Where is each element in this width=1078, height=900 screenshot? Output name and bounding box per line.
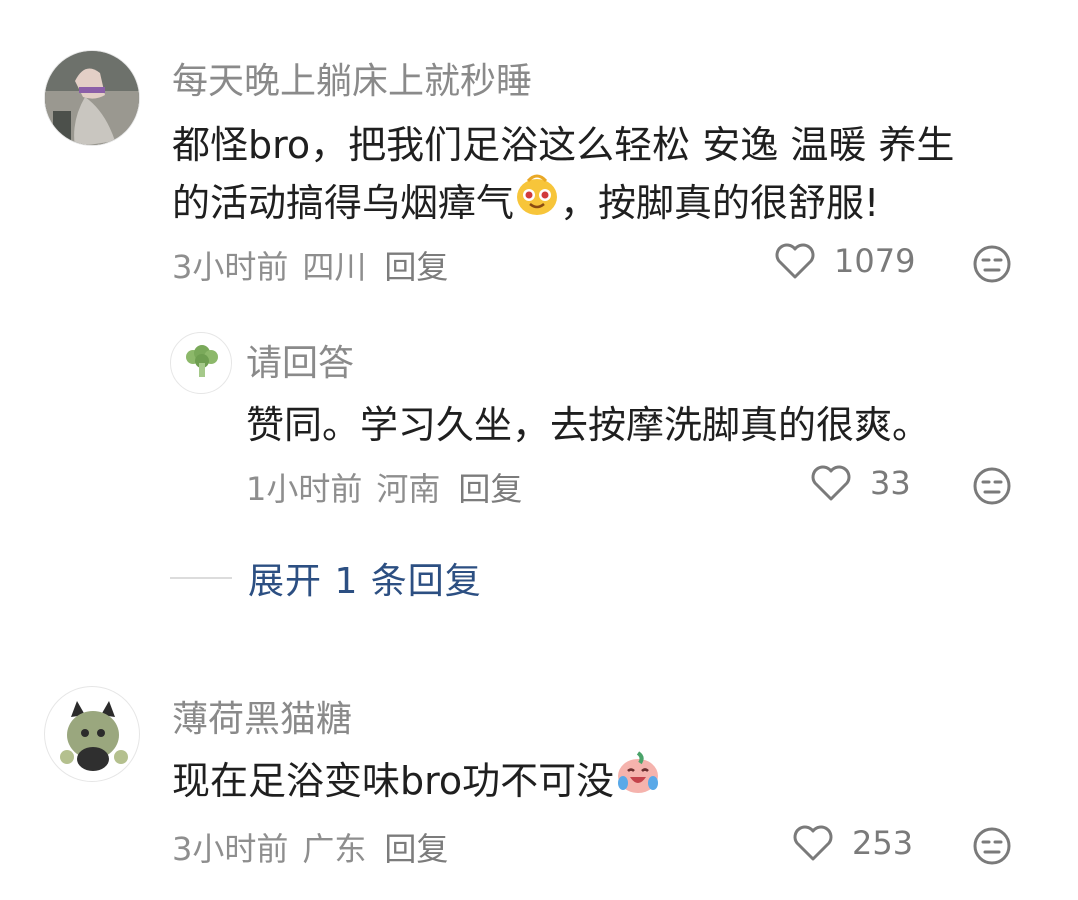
comment-meta: 3小时前 四川 回复 xyxy=(172,242,462,288)
dislike-button[interactable] xyxy=(972,244,1012,288)
smug-face-emoji xyxy=(514,171,560,233)
avatar[interactable] xyxy=(44,50,140,146)
reply-button[interactable]: 回复 xyxy=(458,470,522,508)
comment-time: 1小时前 xyxy=(246,470,363,508)
laugh-cry-emoji xyxy=(614,749,662,811)
dislike-button[interactable] xyxy=(972,826,1012,870)
like-button[interactable]: 33 xyxy=(810,464,911,502)
like-count: 33 xyxy=(870,464,911,502)
comment-content-line1: 都怪bro，把我们足浴这么轻松 安逸 温暖 养生 xyxy=(172,123,955,167)
neutral-face-icon xyxy=(973,245,1011,283)
comment-meta: 1小时前 河南 回复 xyxy=(246,464,536,510)
comment-location: 河南 xyxy=(376,470,441,508)
reply-button[interactable]: 回复 xyxy=(384,830,448,868)
heart-icon xyxy=(775,243,815,279)
comment-location: 广东 xyxy=(302,830,367,868)
avatar[interactable] xyxy=(170,332,232,394)
comment-content-text: 现在足浴变味bro功不可没 xyxy=(172,759,615,803)
like-button[interactable]: 253 xyxy=(792,824,913,862)
username[interactable]: 每天晚上躺床上就秒睡 xyxy=(172,52,532,104)
like-button[interactable]: 1079 xyxy=(774,242,915,280)
username[interactable]: 请回答 xyxy=(246,334,354,386)
like-count: 253 xyxy=(852,824,914,862)
comment-time: 3小时前 xyxy=(172,830,289,868)
expand-replies-label[interactable]: 展开 1 条回复 xyxy=(248,552,482,604)
like-count: 1079 xyxy=(834,242,916,280)
comment-content-line2-post: ，按脚真的很舒服! xyxy=(560,181,880,225)
comment-content: 赞同。学习久坐，去按摩洗脚真的很爽。 xyxy=(246,403,931,447)
heart-icon xyxy=(793,825,833,861)
comment-content: 现在足浴变味bro功不可没 xyxy=(172,749,662,815)
comment-content-line2: 的活动搞得乌烟瘴气 ，按脚真的很舒服! xyxy=(172,174,954,237)
avatar[interactable] xyxy=(44,686,140,782)
comment-content: 都怪bro，把我们足浴这么轻松 安逸 温暖 养生 的活动搞得乌烟瘴气 ，按脚真的很… xyxy=(172,116,954,237)
expand-divider xyxy=(170,577,232,579)
neutral-face-icon xyxy=(973,827,1011,865)
comment-content-line2-pre: 的活动搞得乌烟瘴气 xyxy=(172,181,515,225)
comment-location: 四川 xyxy=(302,248,367,286)
reply-button[interactable]: 回复 xyxy=(384,248,448,286)
dislike-button[interactable] xyxy=(972,466,1012,510)
username[interactable]: 薄荷黑猫糖 xyxy=(172,690,352,742)
expand-replies[interactable]: 展开 1 条回复 xyxy=(170,552,482,604)
heart-icon xyxy=(811,465,851,501)
neutral-face-icon xyxy=(973,467,1011,505)
comment-time: 3小时前 xyxy=(172,248,289,286)
comment-meta: 3小时前 广东 回复 xyxy=(172,824,462,870)
